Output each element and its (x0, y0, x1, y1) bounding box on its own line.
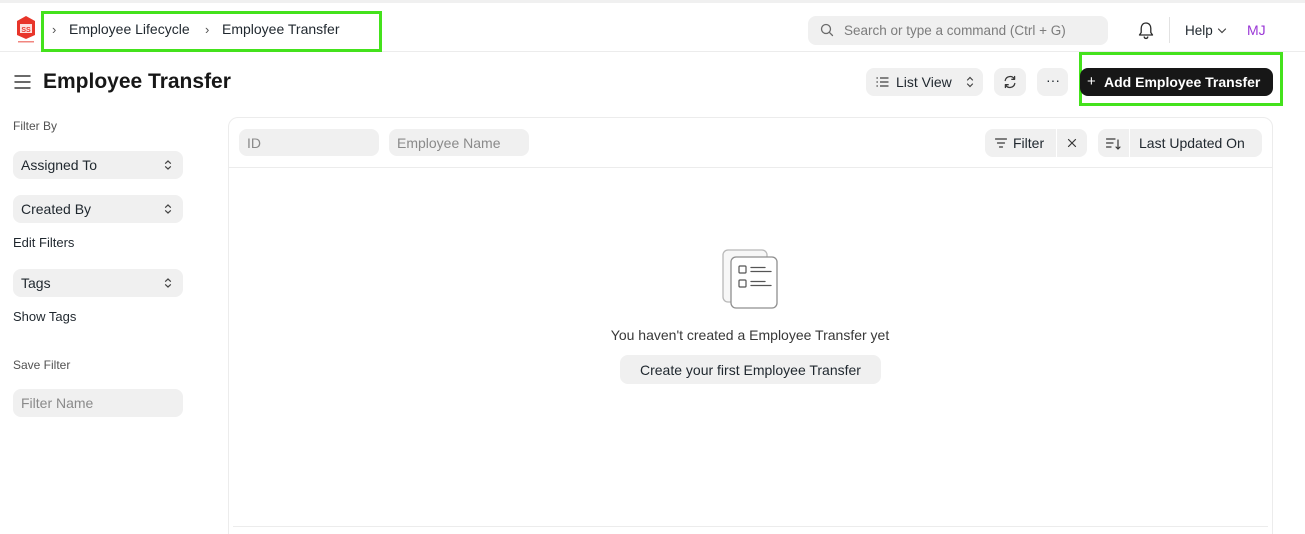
top-navbar: SS › Employee Lifecycle › Employee Trans… (0, 0, 1305, 52)
user-avatar[interactable]: MJ (1247, 22, 1266, 38)
filter-name-placeholder: Filter Name (21, 395, 94, 411)
navbar-divider (1169, 17, 1170, 43)
filter-icon (995, 138, 1007, 148)
plus-icon: + (1087, 73, 1096, 90)
refresh-button[interactable] (994, 68, 1026, 96)
add-button-label: Add Employee Transfer (1104, 74, 1261, 90)
search-placeholder: Search or type a command (Ctrl + G) (844, 23, 1066, 38)
clear-filter-button[interactable] (1057, 129, 1087, 157)
assigned-to-select[interactable]: Assigned To (13, 151, 183, 179)
empty-list-icon (722, 249, 778, 309)
sort-direction-button[interactable] (1098, 129, 1129, 157)
close-icon (1067, 138, 1077, 148)
select-arrows-icon (966, 76, 974, 88)
filter-button[interactable]: Filter (985, 129, 1056, 157)
save-filter-heading: Save Filter (13, 358, 71, 372)
breadcrumb-separator-icon: › (52, 22, 57, 37)
tags-label: Tags (21, 275, 51, 291)
list-panel (228, 117, 1273, 534)
svg-text:SS: SS (21, 27, 31, 34)
add-employee-transfer-button[interactable]: + Add Employee Transfer (1080, 68, 1273, 96)
empty-state-message: You haven't created a Employee Transfer … (610, 327, 890, 343)
sort-descending-icon (1106, 138, 1121, 150)
breadcrumb-separator-icon: › (205, 22, 210, 37)
select-arrows-icon (164, 278, 172, 288)
notification-bell-icon[interactable] (1137, 21, 1155, 40)
employee-name-filter-input[interactable]: Employee Name (389, 129, 529, 156)
created-by-select[interactable]: Created By (13, 195, 183, 223)
app-logo[interactable]: SS (14, 15, 38, 45)
breadcrumb-employee-lifecycle[interactable]: Employee Lifecycle (69, 21, 190, 37)
list-view-label: List View (896, 74, 952, 90)
more-actions-button[interactable]: ··· (1037, 68, 1068, 96)
created-by-label: Created By (21, 201, 92, 217)
sidebar-toggle-icon[interactable] (14, 74, 31, 90)
list-header-divider (229, 167, 1272, 168)
id-filter-input[interactable]: ID (239, 129, 379, 156)
refresh-icon (1004, 75, 1016, 89)
help-menu[interactable]: Help (1185, 23, 1213, 38)
create-first-label: Create your first Employee Transfer (640, 362, 861, 378)
id-placeholder: ID (247, 135, 261, 151)
employee-name-placeholder: Employee Name (397, 135, 501, 151)
page-title: Employee Transfer (43, 70, 231, 93)
sort-by-label: Last Updated On (1139, 135, 1245, 151)
edit-filters-link[interactable]: Edit Filters (13, 235, 74, 250)
breadcrumb-employee-transfer[interactable]: Employee Transfer (222, 21, 340, 37)
filter-by-heading: Filter By (13, 119, 58, 133)
tags-select[interactable]: Tags (13, 269, 183, 297)
sort-by-button[interactable]: Last Updated On (1130, 129, 1262, 157)
search-icon (820, 23, 834, 37)
search-bar[interactable]: Search or type a command (Ctrl + G) (808, 16, 1108, 45)
list-icon (876, 77, 889, 87)
filter-label: Filter (1013, 135, 1045, 151)
filter-name-input[interactable]: Filter Name (13, 389, 183, 417)
more-label: ··· (1046, 72, 1060, 88)
chevron-down-icon[interactable] (1217, 27, 1227, 35)
select-arrows-icon (164, 160, 172, 170)
list-footer-divider (233, 526, 1268, 527)
select-arrows-icon (164, 204, 172, 214)
assigned-to-label: Assigned To (21, 157, 98, 173)
create-first-button[interactable]: Create your first Employee Transfer (620, 355, 881, 384)
list-view-button[interactable]: List View (866, 68, 983, 96)
show-tags-link[interactable]: Show Tags (13, 309, 76, 324)
